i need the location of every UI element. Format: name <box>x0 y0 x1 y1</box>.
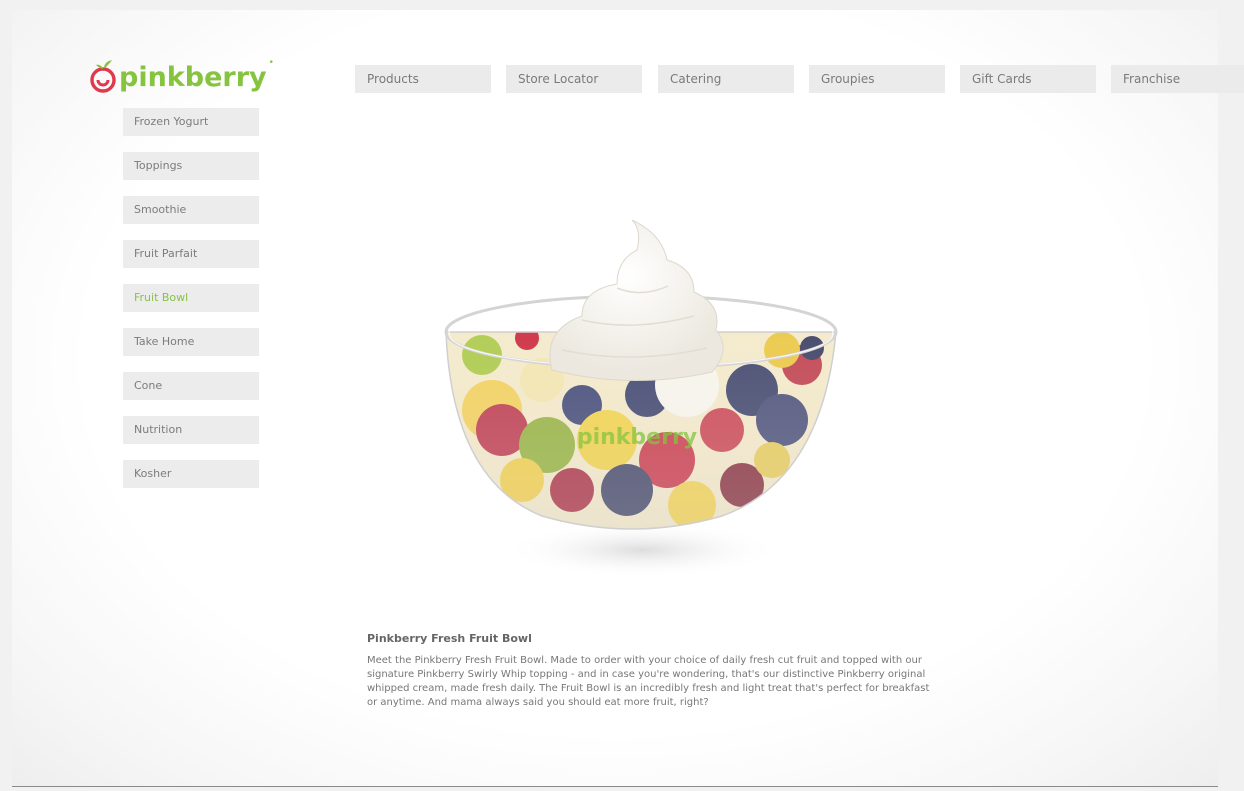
sidebar-item-toppings[interactable]: Toppings <box>123 152 259 180</box>
nav-catering[interactable]: Catering <box>658 65 794 93</box>
nav-products[interactable]: Products <box>355 65 491 93</box>
sidebar-item-take-home[interactable]: Take Home <box>123 328 259 356</box>
sidebar-item-frozen-yogurt[interactable]: Frozen Yogurt <box>123 108 259 136</box>
sidebar-item-nutrition[interactable]: Nutrition <box>123 416 259 444</box>
bowl-brand-text: pinkberry <box>577 425 697 450</box>
nav-store-locator[interactable]: Store Locator <box>506 65 642 93</box>
pinkberry-logo-icon <box>90 60 116 93</box>
brand-name: pinkberry <box>119 62 267 93</box>
nav-franchise[interactable]: Franchise <box>1111 65 1244 93</box>
sidebar-item-kosher[interactable]: Kosher <box>123 460 259 488</box>
nav-gift-cards[interactable]: Gift Cards <box>960 65 1096 93</box>
brand-logo[interactable]: pinkberry • <box>90 50 275 94</box>
sidebar-item-fruit-bowl[interactable]: Fruit Bowl <box>123 284 259 312</box>
product-title: Pinkberry Fresh Fruit Bowl <box>367 632 532 645</box>
trademark-mark: • <box>268 58 274 68</box>
sidebar-item-cone[interactable]: Cone <box>123 372 259 400</box>
sidebar-item-smoothie[interactable]: Smoothie <box>123 196 259 224</box>
nav-groupies[interactable]: Groupies <box>809 65 945 93</box>
page-container: pinkberry • Products Store Locator Caterin… <box>12 10 1244 787</box>
product-description: Meet the Pinkberry Fresh Fruit Bowl. Mad… <box>367 655 930 708</box>
sidebar-item-fruit-parfait[interactable]: Fruit Parfait <box>123 240 259 268</box>
fruit-bowl-image: pinkberry <box>444 220 838 578</box>
